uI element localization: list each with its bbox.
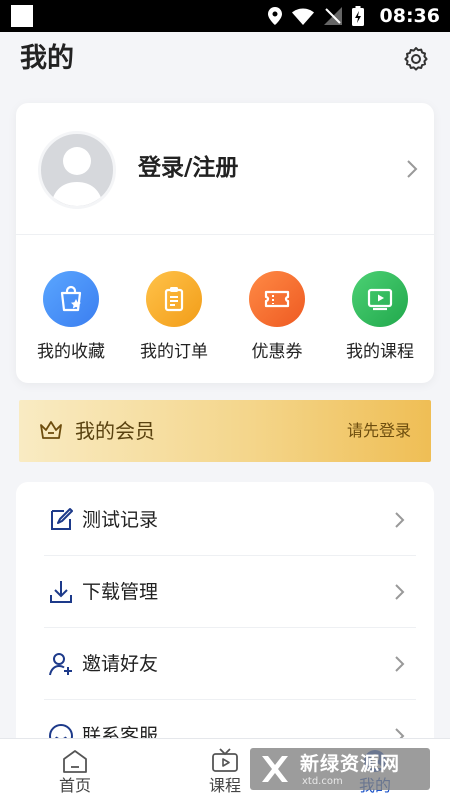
menu-item-download-manager[interactable]: 下载管理	[44, 556, 416, 628]
shortcut-label: 优惠券	[251, 342, 303, 362]
menu-card: 测试记录 下载管理 邀请好友 联系客服	[16, 482, 434, 772]
home-icon	[63, 750, 87, 773]
watermark-logo-icon	[262, 756, 288, 782]
settings-gear-icon[interactable]	[402, 45, 430, 73]
edit-note-icon	[51, 508, 73, 530]
shortcut-label: 我的课程	[346, 342, 414, 362]
shortcut-courses[interactable]: 我的课程	[328, 271, 432, 369]
avatar-placeholder-icon	[51, 147, 103, 206]
notification-icon	[11, 5, 33, 27]
menu-label: 测试记录	[82, 509, 159, 531]
chevron-right-icon	[395, 512, 405, 528]
menu-label: 下载管理	[82, 581, 159, 603]
orders-clipboard-icon	[146, 271, 202, 327]
tab-home[interactable]: 首页	[35, 739, 115, 800]
location-icon	[268, 7, 282, 25]
member-label: 我的会员	[75, 419, 155, 443]
status-bar: 08:36	[0, 0, 450, 32]
profile-card: 登录/注册 我的收藏 我的订单 优惠券 我的课程	[16, 103, 434, 383]
chevron-right-icon[interactable]	[404, 158, 420, 180]
invite-user-icon	[49, 653, 72, 676]
wifi-icon	[292, 8, 314, 25]
login-register-link[interactable]: 登录/注册	[138, 151, 238, 185]
shortcut-label: 我的收藏	[37, 342, 105, 362]
download-icon	[50, 581, 72, 603]
member-login-prompt[interactable]: 请先登录	[347, 419, 411, 443]
shortcut-label: 我的订单	[140, 342, 208, 362]
tab-label: 首页	[58, 776, 91, 795]
menu-item-test-records[interactable]: 测试记录	[44, 484, 416, 556]
menu-item-invite-friends[interactable]: 邀请好友	[44, 628, 416, 700]
avatar[interactable]	[38, 131, 116, 209]
battery-charging-icon	[352, 6, 364, 26]
watermark-text: 新绿资源网	[300, 753, 401, 775]
member-bar[interactable]: 我的会员 请先登录	[19, 400, 431, 462]
crown-icon	[40, 421, 62, 439]
watermark: 新绿资源网 xtd.com	[250, 748, 430, 790]
watermark-subtext: xtd.com	[302, 776, 343, 787]
favorites-bag-icon	[43, 271, 99, 327]
shortcut-coupons[interactable]: 优惠券	[225, 271, 329, 369]
status-icons	[268, 6, 364, 26]
tv-play-icon	[212, 748, 238, 772]
course-play-icon	[352, 271, 408, 327]
coupon-ticket-icon	[249, 271, 305, 327]
status-time: 08:36	[379, 5, 440, 27]
page-title: 我的	[20, 43, 74, 74]
chevron-right-icon	[395, 656, 405, 672]
no-signal-icon	[324, 7, 342, 25]
menu-label: 邀请好友	[82, 653, 159, 675]
shortcut-favorites[interactable]: 我的收藏	[19, 271, 123, 369]
divider	[16, 234, 434, 235]
chevron-right-icon	[395, 584, 405, 600]
shortcut-orders[interactable]: 我的订单	[122, 271, 226, 369]
